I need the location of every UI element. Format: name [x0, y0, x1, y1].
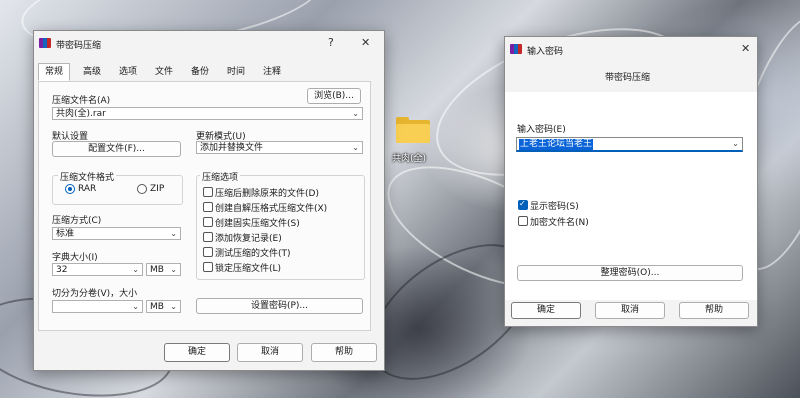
- method-label: 压缩方式(C): [52, 216, 102, 226]
- dict-size-select[interactable]: 32 ⌄: [52, 263, 143, 276]
- title-bar[interactable]: 带密码压缩 ? ✕: [34, 31, 384, 57]
- tab-files[interactable]: 文件: [148, 63, 180, 81]
- archive-name-value: 共肉(全).rar: [56, 109, 106, 119]
- archive-name-label: 压缩文件名(A): [52, 96, 111, 106]
- method-select[interactable]: 标准 ⌄: [52, 227, 181, 240]
- chevron-down-icon: ⌄: [170, 302, 177, 311]
- tab-general[interactable]: 常规: [38, 63, 71, 81]
- folder-icon[interactable]: [396, 117, 430, 143]
- opt-recovery-checkbox[interactable]: [203, 232, 213, 242]
- dict-size-value: 32: [56, 265, 68, 275]
- profiles-button[interactable]: 配置文件(F)...: [52, 141, 181, 157]
- opt-lock-checkbox[interactable]: [203, 262, 213, 272]
- chevron-down-icon: ⌄: [732, 139, 739, 148]
- tab-time[interactable]: 时间: [220, 63, 252, 81]
- options-group-label: 压缩选项: [200, 170, 241, 183]
- format-group-label: 压缩文件格式: [58, 170, 117, 183]
- split-label: 切分为分卷(V)，大小: [52, 289, 138, 299]
- method-value: 标准: [56, 229, 75, 239]
- chevron-down-icon: ⌄: [170, 229, 177, 238]
- encrypt-names-checkbox[interactable]: [518, 216, 528, 226]
- update-mode-value: 添加并替换文件: [200, 143, 264, 153]
- close-icon[interactable]: ✕: [361, 36, 370, 49]
- split-unit-select[interactable]: MB ⌄: [146, 300, 181, 313]
- tab-comment[interactable]: 注释: [256, 63, 288, 81]
- show-password-label[interactable]: 显示密码(S): [530, 199, 579, 212]
- chevron-down-icon: ⌄: [352, 109, 359, 118]
- set-password-button[interactable]: 设置密码(P)...: [196, 298, 363, 314]
- radio-rar-label[interactable]: RAR: [78, 184, 96, 194]
- opt-sfx-label[interactable]: 创建自解压格式压缩文件(X): [215, 201, 327, 214]
- chevron-down-icon: ⌄: [132, 265, 139, 274]
- password-input-label: 输入密码(E): [517, 125, 566, 135]
- opt-solid-label[interactable]: 创建固实压缩文件(S): [215, 216, 300, 229]
- tab-advanced[interactable]: 高级: [76, 63, 108, 81]
- chevron-down-icon: ⌄: [352, 143, 359, 152]
- password-help-button[interactable]: 帮助: [679, 302, 749, 319]
- folder-label[interactable]: 共肉(全): [392, 151, 426, 164]
- chevron-down-icon: ⌄: [170, 265, 177, 274]
- folder-front-shape: [396, 124, 430, 143]
- password-heading: 带密码压缩: [605, 73, 651, 83]
- password-value: 上老王论坛当老王: [519, 139, 594, 150]
- archive-name-input[interactable]: 共肉(全).rar ⌄: [52, 107, 363, 120]
- help-button[interactable]: 帮助: [311, 343, 377, 362]
- dict-label: 字典大小(I): [52, 253, 98, 263]
- opt-delete-after-checkbox[interactable]: [203, 187, 213, 197]
- password-input[interactable]: 上老王论坛当老王 ⌄: [516, 137, 743, 152]
- winrar-icon: [39, 38, 51, 48]
- opt-sfx-checkbox[interactable]: [203, 202, 213, 212]
- dict-unit-value: MB: [150, 265, 164, 275]
- organize-passwords-button[interactable]: 整理密码(O)...: [517, 265, 743, 281]
- opt-solid-checkbox[interactable]: [203, 217, 213, 227]
- split-size-input[interactable]: ⌄: [52, 300, 143, 313]
- password-title-bar[interactable]: 输入密码 ✕: [505, 37, 757, 63]
- password-ok-button[interactable]: 确定: [511, 302, 581, 319]
- tab-backup[interactable]: 备份: [184, 63, 216, 81]
- opt-test-checkbox[interactable]: [203, 247, 213, 257]
- opt-recovery-label[interactable]: 添加恢复记录(E): [215, 231, 282, 244]
- ok-button[interactable]: 确定: [164, 343, 230, 362]
- window-title: 带密码压缩: [56, 41, 102, 51]
- tab-strip: 常规 高级 选项 文件 备份 时间 注释: [38, 63, 366, 81]
- winrar-icon: [510, 44, 522, 54]
- tab-options[interactable]: 选项: [112, 63, 144, 81]
- encrypt-names-label[interactable]: 加密文件名(N): [530, 215, 589, 228]
- update-mode-select[interactable]: 添加并替换文件 ⌄: [196, 141, 363, 154]
- split-unit-value: MB: [150, 302, 164, 312]
- opt-lock-label[interactable]: 锁定压缩文件(L): [215, 261, 281, 274]
- cancel-button[interactable]: 取消: [237, 343, 303, 362]
- close-icon[interactable]: ✕: [741, 42, 750, 55]
- password-window-title: 输入密码: [527, 47, 564, 57]
- show-password-checkbox[interactable]: [518, 199, 528, 210]
- dict-unit-select[interactable]: MB ⌄: [146, 263, 181, 276]
- opt-delete-after-label[interactable]: 压缩后删除原来的文件(D): [215, 186, 319, 199]
- radio-rar[interactable]: [65, 184, 75, 194]
- radio-zip-label[interactable]: ZIP: [150, 184, 164, 194]
- radio-zip[interactable]: [137, 184, 147, 194]
- password-cancel-button[interactable]: 取消: [595, 302, 665, 319]
- help-icon[interactable]: ?: [328, 36, 334, 49]
- chevron-down-icon: ⌄: [132, 302, 139, 311]
- opt-test-label[interactable]: 测试压缩的文件(T): [215, 246, 291, 259]
- browse-button[interactable]: 浏览(B)...: [307, 88, 361, 104]
